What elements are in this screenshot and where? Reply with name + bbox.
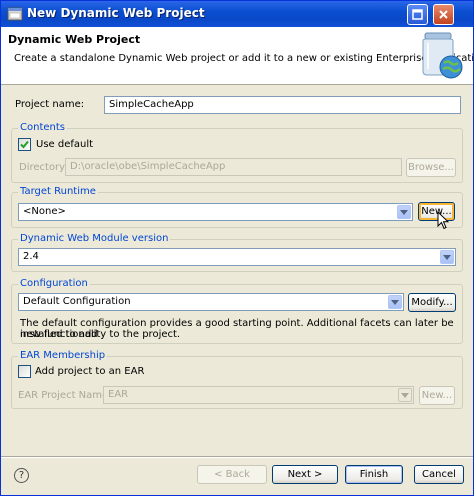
cancel-button[interactable]: Cancel (414, 465, 464, 484)
help-icon[interactable]: ? (14, 468, 29, 483)
ear-project-name-label: EAR Project Name: (18, 390, 112, 401)
close-button[interactable] (433, 4, 454, 25)
jar-globe-icon (422, 32, 463, 79)
title-bar[interactable]: New Dynamic Web Project (1, 1, 473, 27)
next-button[interactable]: Next > (272, 465, 338, 484)
project-name-input[interactable]: SimpleCacheApp (104, 96, 461, 114)
dropdown-arrow-icon[interactable] (440, 250, 454, 264)
check-icon (20, 140, 29, 149)
use-default-checkbox[interactable] (18, 138, 31, 151)
ear-project-name-value: EAR (108, 389, 129, 400)
banner-title: Dynamic Web Project (8, 33, 141, 46)
maximize-button[interactable] (407, 4, 428, 25)
contents-group-title: Contents (18, 122, 67, 133)
banner-description: Create a standalone Dynamic Web project … (14, 53, 474, 64)
web-module-version-title: Dynamic Web Module version (18, 233, 171, 244)
target-runtime-group-title: Target Runtime (18, 186, 98, 197)
web-module-version-select[interactable]: 2.4 (18, 248, 456, 266)
new-ear-button[interactable]: New... (419, 386, 455, 405)
add-to-ear-label: Add project to an EAR (35, 366, 145, 377)
use-default-label: Use default (36, 139, 94, 150)
configuration-select[interactable]: Default Configuration (18, 293, 404, 311)
configuration-info-line2: new functionality to the project. (20, 329, 181, 340)
web-module-version-value: 2.4 (23, 251, 39, 262)
mouse-pointer-icon (437, 211, 449, 230)
close-icon (439, 10, 448, 19)
window-title: New Dynamic Web Project (27, 6, 205, 20)
target-runtime-value: <None> (23, 206, 66, 217)
dropdown-arrow-icon[interactable] (397, 205, 411, 219)
new-dynamic-web-project-dialog: New Dynamic Web Project Dynamic Web Proj… (0, 0, 474, 496)
wizard-banner: Dynamic Web Project Create a standalone … (1, 27, 473, 85)
add-to-ear-checkbox[interactable] (18, 365, 31, 378)
browse-button[interactable]: Browse... (406, 158, 456, 177)
project-name-label: Project name: (15, 99, 85, 110)
directory-label: Directory: (19, 162, 68, 173)
directory-input[interactable]: D:\oracle\obe\SimpleCacheApp (65, 158, 402, 176)
finish-button[interactable]: Finish (345, 465, 403, 484)
dropdown-arrow-icon[interactable] (398, 388, 412, 402)
maximize-icon (412, 9, 423, 20)
configuration-title: Configuration (18, 278, 90, 289)
back-button[interactable]: < Back (197, 465, 267, 484)
configuration-value: Default Configuration (23, 296, 131, 307)
ear-membership-title: EAR Membership (18, 350, 108, 361)
ear-project-name-select[interactable]: EAR (103, 386, 414, 404)
target-runtime-select[interactable]: <None> (18, 203, 413, 221)
modify-configuration-button[interactable]: Modify... (408, 293, 456, 312)
dropdown-arrow-icon[interactable] (388, 295, 402, 309)
footer-separator (1, 456, 473, 458)
eclipse-window-icon (7, 7, 23, 21)
